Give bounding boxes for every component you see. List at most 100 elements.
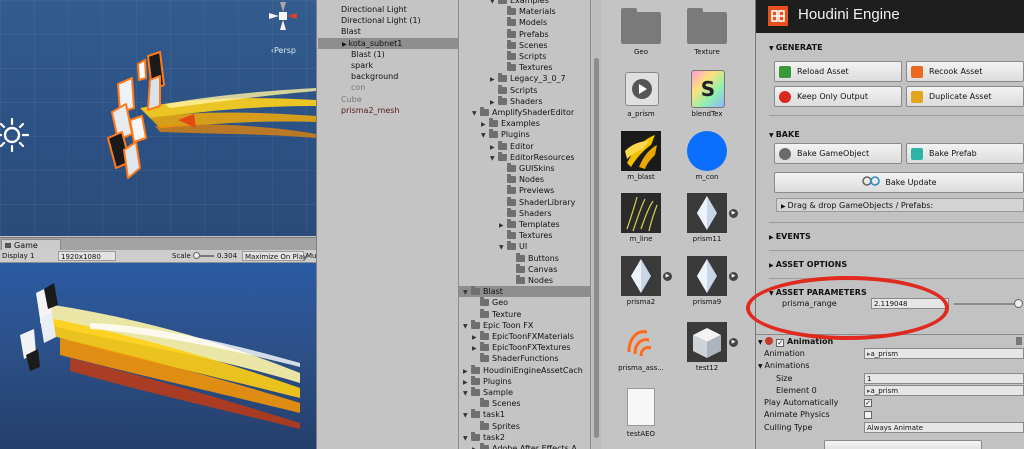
hierarchy-item[interactable]: prisma2_mesh — [341, 105, 400, 116]
folder-tree-item[interactable]: ▶ EpicToonFXMaterials — [459, 331, 590, 342]
line-asset-icon[interactable] — [621, 193, 661, 233]
folder-tree-item[interactable]: ▼ EditorResources — [459, 151, 590, 163]
folder-tree-item[interactable]: ▶ Editor — [459, 140, 590, 152]
tab-game[interactable]: Game — [1, 239, 61, 250]
folder-tree-item[interactable]: Scenes — [459, 39, 590, 51]
hierarchy-item[interactable]: background — [351, 71, 398, 82]
hierarchy-item[interactable]: con — [351, 82, 365, 93]
scale-slider-handle[interactable] — [193, 252, 200, 259]
folder-tree-item[interactable]: ▶ Shaders — [459, 95, 590, 107]
anim-asset-icon[interactable] — [621, 68, 661, 108]
recook-asset-button[interactable]: Recook Asset — [906, 61, 1024, 82]
folder-tree-item[interactable]: Prefabs — [459, 28, 590, 40]
folder-tree-item[interactable]: Scripts — [459, 84, 590, 96]
folder-tree-item[interactable]: Previews — [459, 185, 590, 196]
hierarchy-item[interactable]: Blast — [341, 26, 361, 37]
folder-tree-item[interactable]: Materials — [459, 6, 590, 17]
game-view[interactable] — [0, 263, 316, 449]
expand-asset-icon[interactable]: ▶ — [729, 338, 738, 347]
bake-section-header[interactable]: ▼ BAKE — [769, 127, 1024, 143]
culling-type-select[interactable]: Always Animate — [864, 422, 1024, 433]
folder-tree-item[interactable]: Nodes — [459, 174, 590, 185]
folder-tree-item[interactable]: ▶ Templates — [459, 219, 590, 230]
crystal-asset-icon[interactable] — [687, 256, 727, 296]
component-help-icon[interactable] — [1016, 337, 1022, 345]
bake-gameobject-button[interactable]: Bake GameObject — [774, 143, 902, 164]
folder-tree-item[interactable]: ▶ Examples — [459, 118, 590, 129]
bake-update-button[interactable]: Bake Update — [774, 172, 1024, 193]
display-select[interactable]: Display 1 — [2, 250, 34, 262]
houdini-asset-icon[interactable] — [621, 322, 661, 362]
animation-enabled-checkbox[interactable]: ✓ — [776, 339, 785, 347]
play-automatically-checkbox[interactable]: ✓ — [864, 399, 872, 407]
folder-tree-item[interactable]: ▼ UI — [459, 241, 590, 252]
folder-tree-item[interactable]: Textures — [459, 62, 590, 73]
doc-asset-icon[interactable] — [621, 388, 661, 428]
folder-tree-item[interactable]: ▼ AmplifyShaderEditor — [459, 107, 590, 118]
folder-tree-item[interactable]: ShaderFunctions — [459, 353, 590, 364]
hierarchy-item[interactable]: Directional Light (1) — [341, 15, 421, 26]
prisma-range-input[interactable]: 2.119048 — [871, 298, 949, 309]
folder-tree-item[interactable]: ▼ Plugins — [459, 129, 590, 140]
shader-asset-icon[interactable]: S — [687, 68, 727, 108]
folder-tree-item[interactable]: Scenes — [459, 398, 590, 409]
blast-asset-icon[interactable] — [621, 131, 661, 171]
maximize-on-play-toggle[interactable]: Maximize On Play — [242, 251, 307, 261]
folder-tree-item[interactable]: Texture — [459, 308, 590, 320]
folder-tree-item[interactable]: ▶ Plugins — [459, 375, 590, 387]
folder-tree-item[interactable]: ▼ task2 — [459, 431, 590, 443]
prisma-range-slider-handle[interactable] — [1014, 299, 1024, 308]
reload-asset-button[interactable]: Reload Asset — [774, 61, 902, 82]
folder-tree-item[interactable]: ▶ HoudiniEngineAssetCach — [459, 364, 590, 376]
sphere-asset-icon[interactable] — [687, 131, 727, 171]
folder-tree-item[interactable]: ▶ EpicToonFXTextures — [459, 342, 590, 353]
animation-clip-field[interactable]: ▸a_prism — [864, 348, 1024, 359]
folder-tree-item[interactable]: Scripts — [459, 51, 590, 62]
asset-options-section-header[interactable]: ▶ ASSET OPTIONS — [769, 257, 1024, 273]
persp-label[interactable]: ‹Persp — [271, 46, 296, 55]
folder-asset-icon[interactable] — [687, 6, 727, 46]
folder-tree-item[interactable]: ShaderLibrary — [459, 196, 590, 208]
folder-tree-item[interactable]: ▼ Blast — [459, 286, 590, 298]
project-tree-scroll-thumb[interactable] — [594, 58, 599, 438]
drag-drop-gameobjects-field[interactable]: ▶ Drag & drop GameObjects / Prefabs: — [776, 198, 1024, 212]
generate-section-header[interactable]: ▼ GENERATE — [769, 40, 1024, 56]
folder-asset-icon[interactable] — [621, 6, 661, 46]
duplicate-asset-button[interactable]: Duplicate Asset — [906, 86, 1024, 107]
animations-array-label[interactable]: ▼ Animations — [758, 360, 809, 372]
keep-only-output-button[interactable]: Keep Only Output — [774, 86, 902, 107]
hierarchy-item[interactable]: spark — [351, 60, 373, 71]
project-asset-grid[interactable]: Geo Texture a_prism SblendTex m_blast m_con m_… — [601, 0, 756, 449]
folder-tree-item[interactable]: Nodes — [459, 275, 590, 286]
folder-tree-item[interactable]: Shaders — [459, 207, 590, 219]
element0-field[interactable]: ▸a_prism — [864, 385, 1024, 396]
folder-tree-item[interactable]: ▼ Sample — [459, 387, 590, 398]
crystal-asset-icon[interactable] — [621, 256, 661, 296]
folder-tree-item[interactable]: Geo — [459, 297, 590, 308]
expand-asset-icon[interactable]: ▶ — [663, 272, 672, 281]
crystal-asset-icon[interactable] — [687, 193, 727, 233]
folder-tree-item[interactable]: ▶ Adobe After Effects A — [459, 443, 590, 449]
prisma-range-slider-track[interactable] — [954, 303, 1020, 305]
hierarchy-item[interactable]: Blast (1) — [351, 49, 385, 60]
folder-tree-item[interactable]: Canvas — [459, 263, 590, 275]
hierarchy-panel[interactable]: Directional Light Directional Light (1) Bl… — [316, 0, 459, 449]
animations-size-input[interactable]: 1 — [864, 373, 1024, 384]
folder-tree-item[interactable]: GUISkins — [459, 163, 590, 174]
animate-physics-checkbox[interactable] — [864, 411, 872, 419]
folder-tree-item[interactable]: Buttons — [459, 252, 590, 264]
folder-tree-item[interactable]: ▼ Examples — [459, 0, 590, 6]
expand-asset-icon[interactable]: ▶ — [729, 209, 738, 218]
expand-arrow-icon[interactable]: ▶ — [318, 41, 349, 48]
hierarchy-item[interactable]: ▶ kota_subnet1 — [318, 37, 459, 49]
animation-component-header[interactable]: ▼ ✓ Animation — [758, 336, 833, 348]
hierarchy-item[interactable]: Cube — [341, 94, 362, 105]
folder-tree-item[interactable]: Models — [459, 17, 590, 28]
cube-asset-icon[interactable] — [687, 322, 727, 362]
events-section-header[interactable]: ▶ EVENTS — [769, 229, 1024, 245]
folder-tree-item[interactable]: Textures — [459, 230, 590, 241]
folder-tree-item[interactable]: ▼ Epic Toon FX — [459, 319, 590, 331]
project-folder-tree[interactable]: ▼ Examples Materials Models Prefabs Scenes Scr… — [459, 0, 591, 449]
expand-arrow-icon[interactable]: ▶ — [472, 444, 480, 449]
resolution-select[interactable]: 1920x1080 — [58, 251, 116, 261]
